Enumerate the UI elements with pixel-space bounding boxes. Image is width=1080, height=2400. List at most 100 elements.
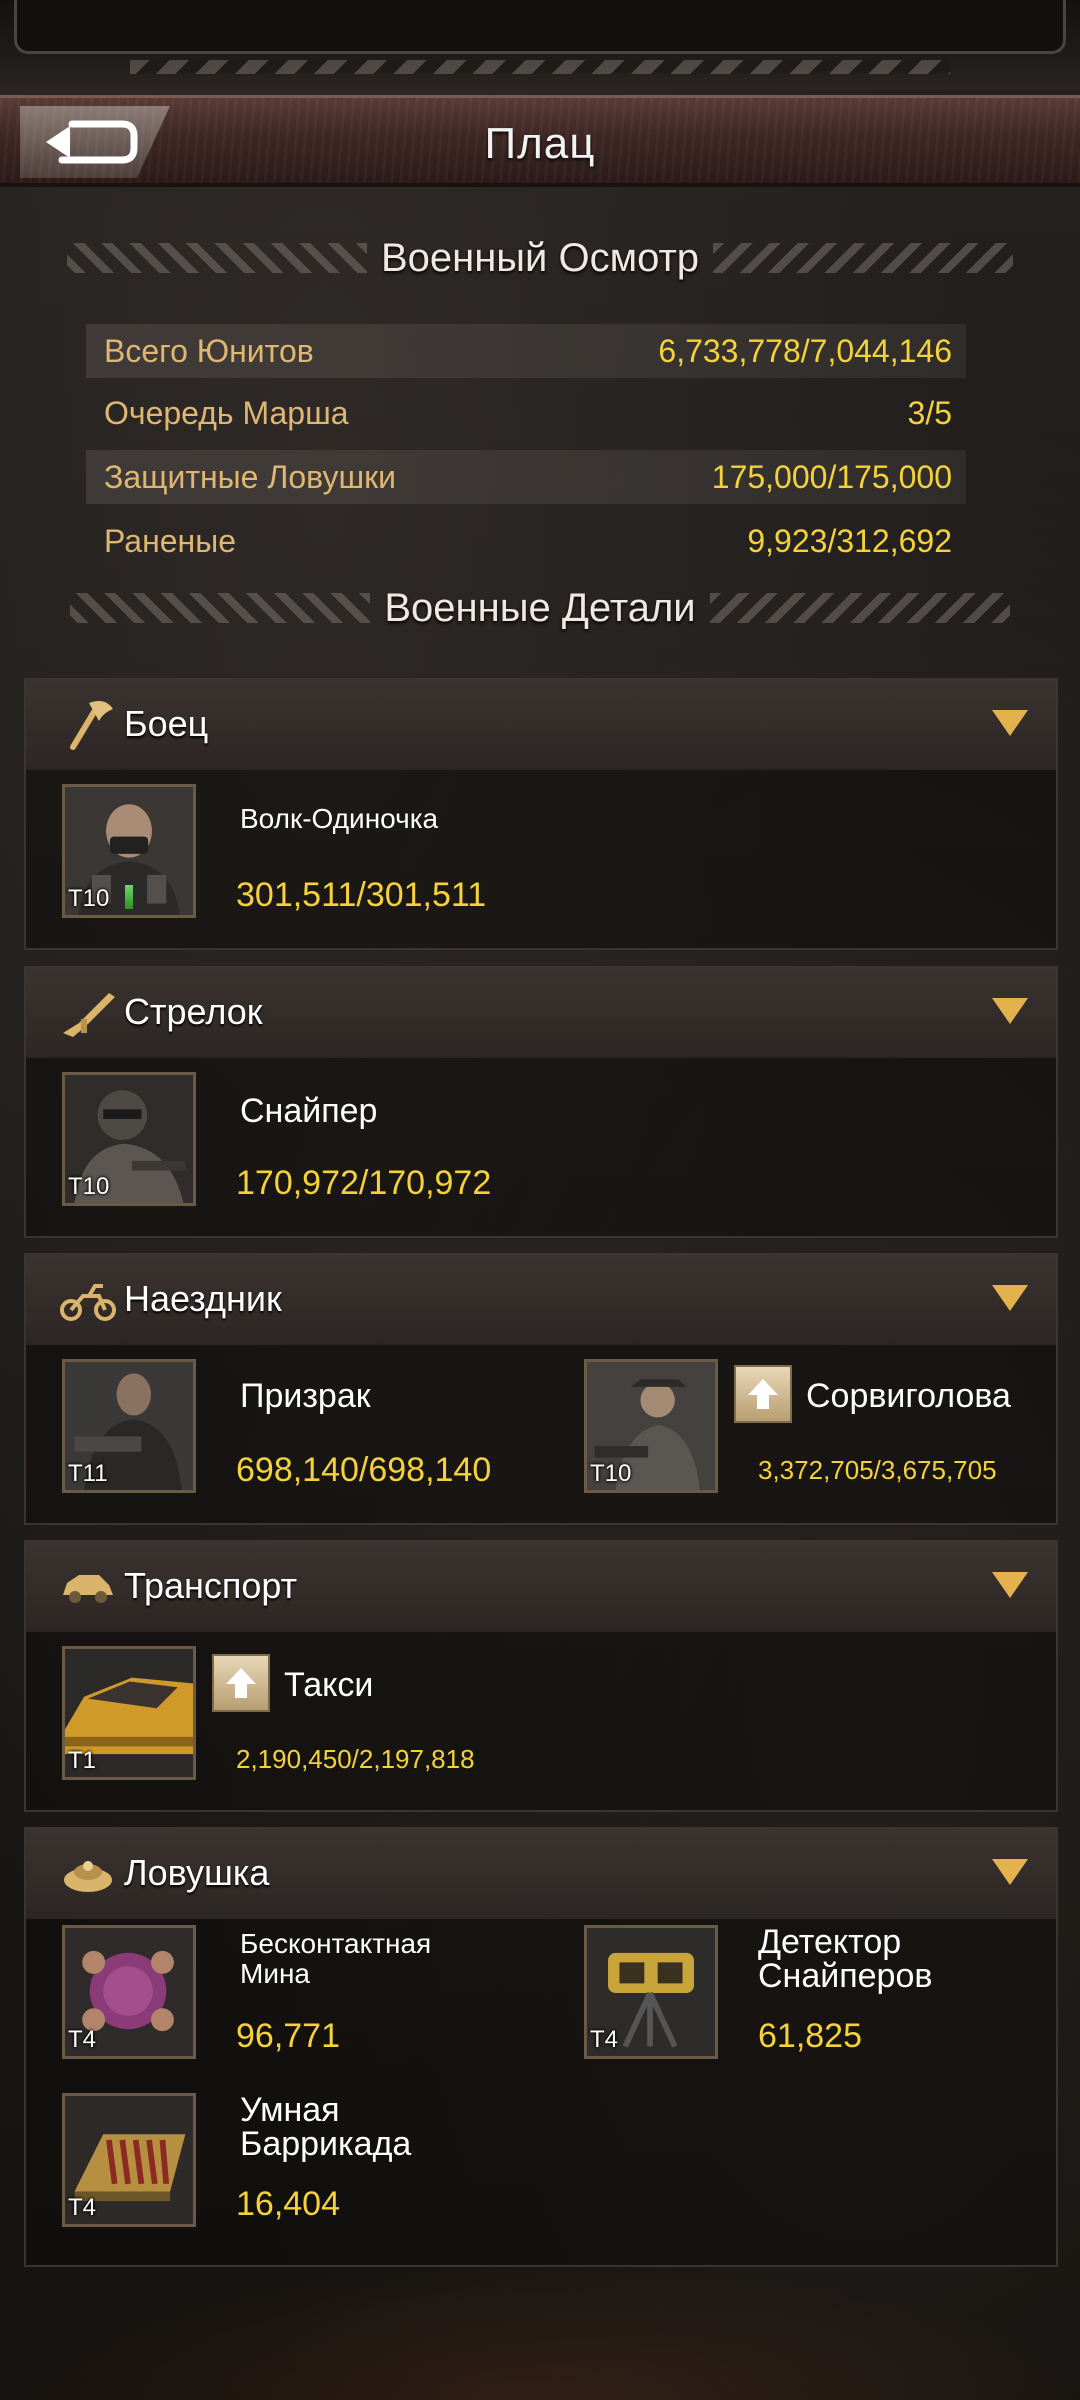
category-name: Боец (124, 703, 209, 744)
unit-card[interactable]: T10 Снайпер 170,972/170,972 (62, 1072, 962, 1206)
unit-name: Снайпер (240, 1092, 378, 1130)
stat-label: Раненые (104, 522, 237, 559)
back-arrow-icon (46, 120, 138, 164)
stat-row-wounded: Раненые 9,923/312,692 (86, 514, 966, 568)
unit-portrait: T10 (584, 1359, 718, 1493)
unit-count: 16,404 (236, 2185, 340, 2223)
unit-card[interactable]: T10 Сорвиголова 3,372,705/3,675,705 (584, 1359, 1054, 1493)
category-header-shooter[interactable]: Стрелок (26, 968, 1056, 1058)
arrow-up-icon (226, 1668, 256, 1698)
top-frame (0, 0, 1080, 90)
category-header-transport[interactable]: Транспорт (26, 1542, 1056, 1632)
unit-count: 698,140/698,140 (236, 1451, 492, 1489)
tier-label: T1 (68, 1747, 97, 1774)
tier-label: T4 (68, 2194, 97, 2221)
unit-card[interactable]: T11 Призрак 698,140/698,140 (62, 1359, 542, 1493)
mine-icon (56, 1841, 120, 1905)
unit-count: 3,372,705/3,675,705 (758, 1455, 997, 1485)
upgrade-button[interactable] (212, 1654, 270, 1712)
stat-row-defense-traps: Защитные Ловушки 175,000/175,000 (86, 450, 966, 504)
details-title: Военные Детали (384, 585, 696, 630)
unit-count: 96,771 (236, 2017, 340, 2055)
unit-count: 301,511/301,511 (236, 876, 487, 914)
category-name: Ловушка (124, 1852, 270, 1893)
unit-name: Волк-Одиночка (240, 803, 439, 834)
overview-title: Военный Осмотр (380, 235, 700, 280)
stat-value: 6,733,778/7,044,146 (658, 332, 952, 369)
top-frame-inner (14, 0, 1066, 54)
heading-stripes-right (709, 593, 1010, 623)
unit-name-line: Бесконтактная (240, 1928, 432, 1959)
chevron-down-icon[interactable] (992, 710, 1028, 736)
arrow-up-icon (748, 1379, 778, 1409)
category-panel-trap: Ловушка T4 Бесконтактная Мина 96,771 T4 … (24, 1827, 1058, 2267)
category-panel-rider: Наездник T11 Призрак 698,140/698,140 T10… (24, 1253, 1058, 1525)
category-header-fighter[interactable]: Боец (26, 680, 1056, 770)
unit-card[interactable]: T1 Такси 2,190,450/2,197,818 (62, 1646, 962, 1780)
heading-stripes-left (70, 593, 371, 623)
category-header-rider[interactable]: Наездник (26, 1255, 1056, 1345)
stat-row-march-queue: Очередь Марша 3/5 (86, 386, 966, 440)
unit-card[interactable]: T4 Детектор Снайперов 61,825 (584, 1925, 1054, 2059)
stat-label: Защитные Ловушки (104, 458, 396, 495)
back-button[interactable] (20, 106, 170, 178)
axe-icon (56, 692, 120, 756)
unit-name-line: Детектор (758, 1923, 902, 1961)
stat-label: Очередь Марша (104, 394, 349, 431)
rifle-icon (56, 980, 120, 1044)
header-bar: Плац (0, 95, 1080, 187)
unit-portrait: T11 (62, 1359, 196, 1493)
tier-label: T11 (68, 1460, 108, 1487)
unit-name-line: Мина (240, 1958, 310, 1989)
chevron-down-icon[interactable] (992, 1572, 1028, 1598)
upgrade-button[interactable] (734, 1365, 792, 1423)
category-name: Наездник (124, 1278, 282, 1319)
unit-portrait: T10 (62, 1072, 196, 1206)
details-heading: Военные Детали (0, 578, 1080, 638)
tier-label: T10 (68, 885, 110, 912)
unit-portrait: T1 (62, 1646, 196, 1780)
motorcycle-icon (56, 1267, 120, 1331)
unit-card[interactable]: T4 Бесконтактная Мина 96,771 (62, 1925, 542, 2059)
unit-count: 61,825 (758, 2017, 862, 2055)
unit-count: 2,190,450/2,197,818 (236, 1744, 475, 1774)
tier-label: T4 (68, 2026, 97, 2053)
unit-name-line: Снайперов (758, 1957, 933, 1995)
unit-name: Детектор Снайперов (758, 1925, 932, 1993)
category-name: Транспорт (124, 1565, 298, 1606)
unit-count: 170,972/170,972 (236, 1164, 492, 1202)
tier-label: T10 (590, 1460, 632, 1487)
heading-stripes-left (66, 243, 367, 273)
overview-heading: Военный Осмотр (0, 228, 1080, 288)
stat-value: 9,923/312,692 (747, 522, 952, 559)
unit-name: Бесконтактная Мина (240, 1929, 431, 1989)
stat-value: 175,000/175,000 (711, 458, 952, 495)
category-header-trap[interactable]: Ловушка (26, 1829, 1056, 1919)
car-icon (56, 1554, 120, 1618)
unit-portrait: T10 (62, 784, 196, 918)
page-title: Плац (484, 119, 596, 168)
unit-name-line: Умная (240, 2091, 340, 2129)
unit-name: Призрак (240, 1377, 371, 1415)
level-bar (125, 885, 133, 909)
tier-label: T10 (68, 1173, 110, 1200)
unit-portrait: T4 (62, 2093, 196, 2227)
category-panel-fighter: Боец T10 Волк-Одиночка 301,511/301,511 (24, 678, 1058, 950)
chevron-down-icon[interactable] (992, 1859, 1028, 1885)
bottom-glow (0, 2260, 1080, 2400)
category-panel-shooter: Стрелок T10 Снайпер 170,972/170,972 (24, 966, 1058, 1238)
unit-card[interactable]: T10 Волк-Одиночка 301,511/301,511 (62, 784, 962, 918)
category-name: Стрелок (124, 991, 263, 1032)
category-panel-transport: Транспорт T1 Такси 2,190,450/2,197,818 (24, 1540, 1058, 1812)
unit-name: Такси (284, 1666, 374, 1704)
unit-name: Умная Баррикада (240, 2093, 411, 2161)
chevron-down-icon[interactable] (992, 998, 1028, 1024)
unit-portrait: T4 (62, 1925, 196, 2059)
chevron-down-icon[interactable] (992, 1285, 1028, 1311)
stat-label: Всего Юнитов (104, 332, 314, 369)
heading-stripes-right (713, 243, 1014, 273)
hazard-stripe (130, 60, 950, 74)
unit-name: Сорвиголова (806, 1377, 1011, 1415)
unit-card[interactable]: T4 Умная Баррикада 16,404 (62, 2093, 542, 2227)
unit-portrait: T4 (584, 1925, 718, 2059)
